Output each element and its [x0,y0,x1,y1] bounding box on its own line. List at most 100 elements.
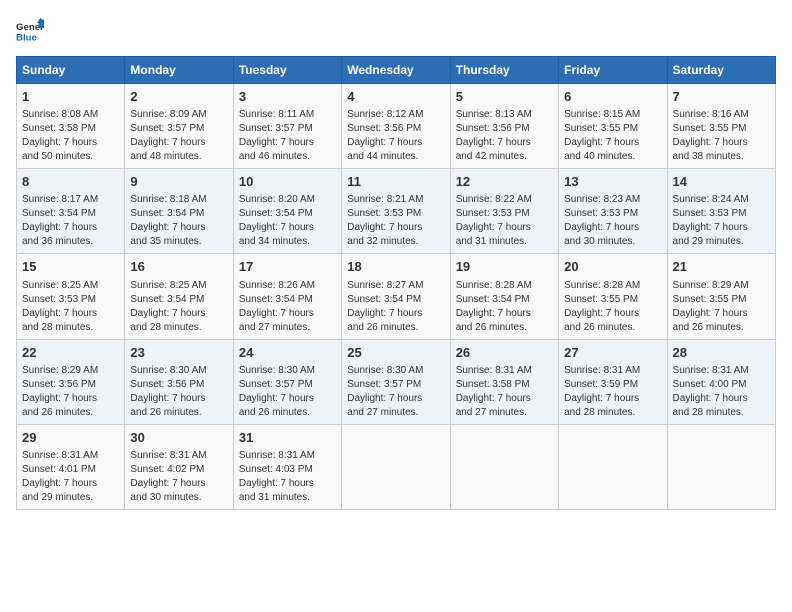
cell-line: and 28 minutes. [22,321,119,335]
cell-line: and 32 minutes. [347,235,444,249]
day-number: 31 [239,429,336,447]
cell-line: Sunset: 3:55 PM [673,293,770,307]
cell-line: and 28 minutes. [564,406,661,420]
cell-line: Daylight: 7 hours [22,136,119,150]
cell-line: Daylight: 7 hours [456,221,553,235]
cell-line: and 34 minutes. [239,235,336,249]
cell-line: Sunrise: 8:30 AM [347,364,444,378]
cell-line: Sunrise: 8:31 AM [673,364,770,378]
calendar-cell: 12 Sunrise: 8:22 AMSunset: 3:53 PMDayligh… [450,169,558,254]
cell-line: and 26 minutes. [130,406,227,420]
cell-line: and 26 minutes. [564,321,661,335]
cell-line: and 35 minutes. [130,235,227,249]
cell-line: and 27 minutes. [347,406,444,420]
calendar-cell [450,424,558,509]
calendar-cell: 31Sunrise: 8:31 AMSunset: 4:03 PMDayligh… [233,424,341,509]
cell-line: Sunset: 3:56 PM [347,122,444,136]
cell-line: Daylight: 7 hours [130,221,227,235]
day-number: 7 [673,88,770,106]
cell-line: Sunrise: 8:25 AM [22,279,119,293]
cell-line: and 26 minutes. [456,321,553,335]
cell-line: and 46 minutes. [239,150,336,164]
cell-line: Sunset: 4:03 PM [239,463,336,477]
cell-line: Daylight: 7 hours [130,307,227,321]
cell-line: Daylight: 7 hours [564,221,661,235]
day-number: 12 [456,173,553,191]
cell-line: Sunset: 3:56 PM [22,378,119,392]
cell-line: Sunset: 3:54 PM [239,293,336,307]
calendar-cell: 24Sunrise: 8:30 AMSunset: 3:57 PMDayligh… [233,339,341,424]
day-number: 22 [22,344,119,362]
calendar-table: SundayMondayTuesdayWednesdayThursdayFrid… [16,56,776,510]
cell-line: Sunset: 3:58 PM [456,378,553,392]
cell-line: Daylight: 7 hours [239,221,336,235]
cell-line: and 26 minutes. [347,321,444,335]
day-number: 5 [456,88,553,106]
cell-line: Sunrise: 8:28 AM [564,279,661,293]
cell-line: Daylight: 7 hours [673,392,770,406]
page-header: General Blue [16,16,776,44]
cell-line: Sunrise: 8:18 AM [130,193,227,207]
cell-line: and 28 minutes. [130,321,227,335]
cell-line: Daylight: 7 hours [347,307,444,321]
cell-line: Daylight: 7 hours [673,136,770,150]
calendar-cell: 29Sunrise: 8:31 AMSunset: 4:01 PMDayligh… [17,424,125,509]
cell-line: Sunset: 3:53 PM [456,207,553,221]
cell-line: and 26 minutes. [22,406,119,420]
cell-line: and 26 minutes. [239,406,336,420]
calendar-cell: 28Sunrise: 8:31 AMSunset: 4:00 PMDayligh… [667,339,775,424]
cell-line: Daylight: 7 hours [347,392,444,406]
day-number: 2 [130,88,227,106]
cell-line: Daylight: 7 hours [673,221,770,235]
calendar-cell: 8Sunrise: 8:17 AMSunset: 3:54 PMDaylight… [17,169,125,254]
cell-line: Daylight: 7 hours [564,392,661,406]
cell-line: Daylight: 7 hours [456,307,553,321]
cell-line: Sunset: 3:54 PM [456,293,553,307]
cell-line: Sunset: 4:02 PM [130,463,227,477]
cell-line: Sunset: 3:57 PM [239,122,336,136]
cell-line: Sunset: 3:53 PM [564,207,661,221]
cell-line: and 40 minutes. [564,150,661,164]
cell-line: and 27 minutes. [456,406,553,420]
svg-text:Blue: Blue [16,33,37,44]
cell-line: Sunset: 3:57 PM [239,378,336,392]
day-number: 13 [564,173,661,191]
cell-line: Sunset: 3:54 PM [347,293,444,307]
cell-line: and 31 minutes. [239,491,336,505]
calendar-cell: 30Sunrise: 8:31 AMSunset: 4:02 PMDayligh… [125,424,233,509]
calendar-cell: 14Sunrise: 8:24 AMSunset: 3:53 PMDayligh… [667,169,775,254]
weekday-header-monday: Monday [125,57,233,84]
weekday-header-sunday: Sunday [17,57,125,84]
cell-line: Sunset: 3:53 PM [22,293,119,307]
calendar-cell: 27Sunrise: 8:31 AMSunset: 3:59 PMDayligh… [559,339,667,424]
cell-line: Sunset: 3:56 PM [130,378,227,392]
day-number: 23 [130,344,227,362]
cell-line: Sunrise: 8:31 AM [22,449,119,463]
day-number: 15 [22,258,119,276]
calendar-cell: 20Sunrise: 8:28 AMSunset: 3:55 PMDayligh… [559,254,667,339]
day-number: 30 [130,429,227,447]
cell-line: Sunset: 4:01 PM [22,463,119,477]
cell-line: and 27 minutes. [239,321,336,335]
cell-line: Sunrise: 8:31 AM [456,364,553,378]
cell-line: Sunrise: 8:29 AM [22,364,119,378]
cell-line: Sunrise: 8:09 AM [130,108,227,122]
day-number: 11 [347,173,444,191]
cell-line: Daylight: 7 hours [22,392,119,406]
day-number: 26 [456,344,553,362]
cell-line: Sunrise: 8:22 AM [456,193,553,207]
cell-line: Daylight: 7 hours [239,307,336,321]
cell-line: and 50 minutes. [22,150,119,164]
cell-line: Sunset: 3:53 PM [673,207,770,221]
cell-line: Daylight: 7 hours [130,477,227,491]
day-number: 8 [22,173,119,191]
cell-line: Daylight: 7 hours [673,307,770,321]
day-number: 16 [130,258,227,276]
calendar-cell: 6Sunrise: 8:15 AMSunset: 3:55 PMDaylight… [559,84,667,169]
cell-line: Daylight: 7 hours [22,221,119,235]
day-number: 6 [564,88,661,106]
calendar-cell [559,424,667,509]
cell-line: Sunset: 3:54 PM [130,293,227,307]
cell-line: Sunrise: 8:17 AM [22,193,119,207]
cell-line: Sunrise: 8:24 AM [673,193,770,207]
